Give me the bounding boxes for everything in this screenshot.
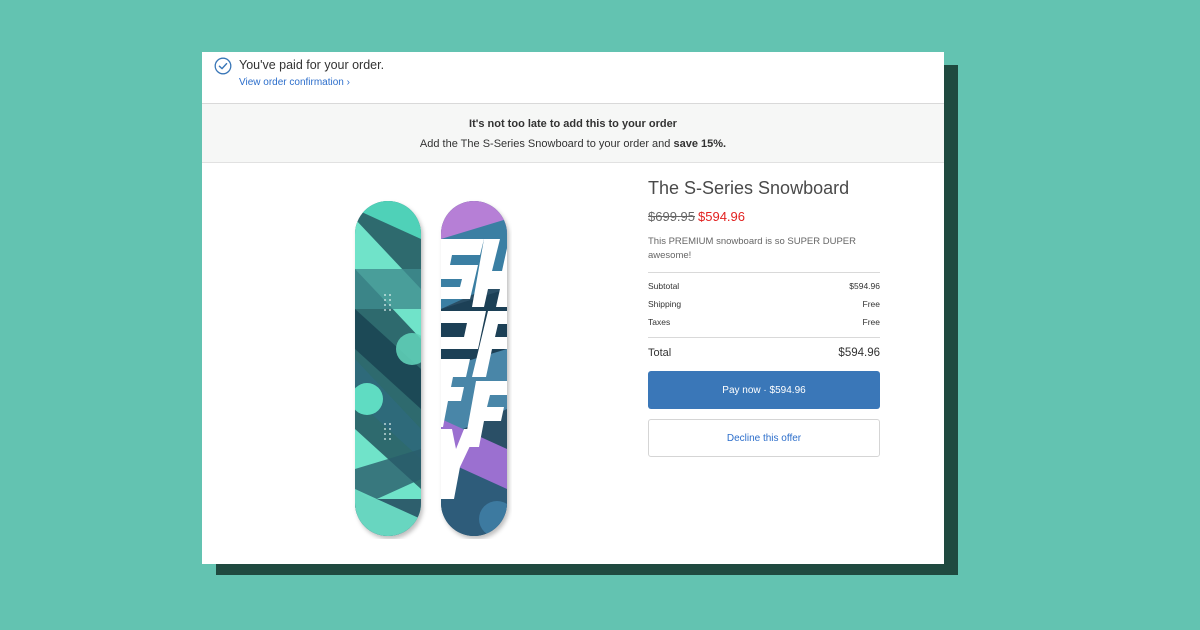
- upsell-banner: It's not too late to add this to your or…: [202, 104, 944, 163]
- post-purchase-card: You've paid for your order. View order c…: [202, 52, 944, 564]
- divider: [648, 272, 880, 273]
- upsell-subtext-prefix: Add the The S-Series Snowboard to your o…: [419, 138, 674, 150]
- product-title: The S-Series Snowboard: [648, 178, 850, 198]
- view-order-confirmation-link[interactable]: View order confirmation ›: [239, 77, 350, 88]
- product-description: This PREMIUM snowboard is so SUPER DUPER…: [648, 236, 856, 261]
- snowboard-base-view: [441, 201, 507, 536]
- subtotal-label: Subtotal: [648, 281, 680, 291]
- upsell-discount: save 15%.: [673, 138, 727, 150]
- price-row: $699.95 $594.96: [648, 209, 880, 225]
- sale-price: $594.96: [698, 209, 745, 224]
- taxes-row: Taxes Free: [648, 313, 880, 331]
- decline-offer-button[interactable]: Decline this offer: [648, 419, 880, 457]
- total-label: Total: [648, 347, 672, 359]
- upsell-subtext: Add the The S-Series Snowboard to your o…: [202, 138, 944, 150]
- snowboard-top-view: [355, 201, 421, 536]
- subtotal-row: Subtotal $594.96: [648, 277, 880, 295]
- taxes-label: Taxes: [648, 317, 671, 327]
- subtotal-value: $594.96: [849, 281, 880, 291]
- shipping-value: Free: [862, 299, 880, 309]
- pay-now-button[interactable]: Pay now · $594.96: [648, 371, 880, 409]
- divider: [648, 337, 880, 338]
- original-price: $699.95: [648, 209, 695, 224]
- product-image: [355, 201, 507, 536]
- paid-message: You've paid for your order.: [239, 58, 385, 72]
- offer-details: The S-Series Snowboard $699.95 $594.96 Th…: [648, 178, 880, 457]
- shipping-row: Shipping Free: [648, 295, 880, 313]
- total-value: $594.96: [838, 347, 880, 359]
- upsell-headline: It's not too late to add this to your or…: [469, 118, 677, 130]
- taxes-value: Free: [862, 317, 880, 327]
- shipping-label: Shipping: [648, 299, 682, 309]
- total-row: Total $594.96: [648, 340, 880, 366]
- check-circle-icon: [214, 57, 232, 75]
- payment-status-bar: You've paid for your order. View order c…: [202, 52, 944, 104]
